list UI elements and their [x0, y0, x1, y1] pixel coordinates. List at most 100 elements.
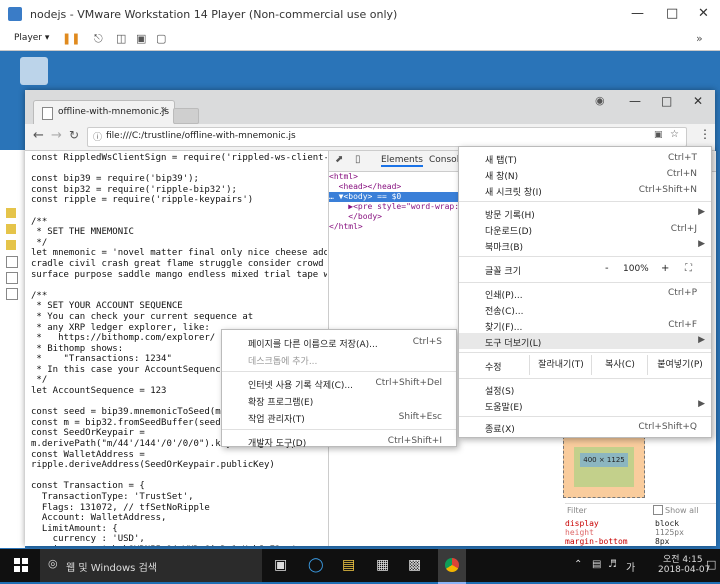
new-tab-button[interactable]: [173, 108, 199, 124]
fullscreen-icon[interactable]: ▢: [156, 32, 166, 45]
zoom-out-button[interactable]: -: [605, 263, 609, 274]
vmware-window-title: nodejs - VMware Workstation 14 Player (N…: [30, 8, 398, 21]
menu-item[interactable]: 전송(C)...: [459, 301, 711, 317]
info-icon[interactable]: ⓘ: [93, 130, 102, 143]
chrome-menu-icon[interactable]: ⋮: [699, 127, 711, 141]
maximize-icon[interactable]: □: [666, 6, 678, 21]
context-menu-item[interactable]: 개발자 도구(D) Ctrl+Shift+I: [222, 433, 456, 449]
menu-group-history: 방문 기록(H) ▶ 다운로드(D) Ctrl+J 북마크(B) ▶: [459, 205, 711, 253]
chrome-icon: [445, 558, 459, 572]
cmd-icon[interactable]: ▩: [408, 557, 421, 573]
menu-item[interactable]: 새 창(N) Ctrl+N: [459, 166, 711, 182]
paste-button[interactable]: 붙여넣기(P): [647, 355, 712, 375]
dom-node[interactable]: </body>: [329, 212, 459, 222]
context-menu-item[interactable]: 인터넷 사용 기록 삭제(C)... Ctrl+Shift+Del: [222, 375, 456, 391]
task-view-icon[interactable]: ▣: [274, 557, 287, 573]
context-menu-item[interactable]: 작업 관리자(T) Shift+Esc: [222, 409, 456, 425]
computed-prop: height: [565, 528, 594, 537]
menu-item[interactable]: 찾기(F)... Ctrl+F: [459, 317, 711, 333]
context-menu-item[interactable]: 페이지를 다른 이름으로 저장(A)... Ctrl+S: [222, 334, 456, 350]
volume-icon[interactable]: ♬: [608, 559, 617, 570]
menu-item-exit[interactable]: 종료(X) Ctrl+Shift+Q: [459, 419, 711, 435]
ime-indicator[interactable]: 가: [626, 559, 635, 574]
menu-separator: [222, 371, 456, 372]
dom-node[interactable]: </html>: [329, 222, 459, 232]
menu-item[interactable]: 방문 기록(H) ▶: [459, 205, 711, 221]
menu-item-label: 데스크톱에 추가...: [248, 357, 318, 367]
minimize-icon[interactable]: —: [629, 94, 641, 108]
store-icon[interactable]: ▦: [376, 557, 389, 573]
recycle-bin-icon[interactable]: [20, 57, 48, 85]
dom-node[interactable]: <head></head>: [329, 182, 459, 192]
pause-icon[interactable]: ❚❚: [62, 32, 80, 45]
network-icon[interactable]: ▤: [592, 559, 601, 570]
edit-row: 수정 잘라내기(T) 복사(C) 붙여넣기(P): [459, 355, 711, 375]
clock-date[interactable]: 2018-04-07: [658, 565, 710, 575]
player-menu-button[interactable]: Player ▾: [14, 33, 49, 43]
tab-close-icon[interactable]: ✕: [160, 106, 168, 116]
bookmark-star-icon[interactable]: ☆: [670, 129, 679, 140]
fit-guest-icon[interactable]: ▣: [136, 32, 146, 45]
notification-icon[interactable]: □: [706, 558, 716, 571]
context-menu-item: 데스크톱에 추가...: [222, 351, 456, 367]
fullscreen-icon[interactable]: ⛶: [685, 263, 692, 274]
menu-separator: [459, 201, 711, 202]
menu-item[interactable]: 북마크(B) ▶: [459, 237, 711, 253]
address-bar[interactable]: ⓘ file:///C:/trustline/offline-with-mnem…: [87, 127, 687, 147]
context-menu-item[interactable]: 확장 프로그램(E): [222, 392, 456, 408]
zoom-in-button[interactable]: +: [661, 263, 669, 274]
translate-icon[interactable]: ▣: [654, 130, 663, 140]
send-keys-icon[interactable]: ⎋: [94, 32, 103, 46]
taskbar-search-box[interactable]: ◎ 웹 및 Windows 검색: [40, 549, 262, 582]
windows-start-icon[interactable]: [14, 558, 28, 572]
file-icon: [6, 288, 18, 300]
menu-item-label: 새 창(N): [485, 172, 519, 182]
background-explorer-window: [0, 150, 25, 548]
dom-node[interactable]: <html>: [329, 172, 459, 182]
filter-input[interactable]: Filter: [567, 506, 587, 515]
back-icon[interactable]: ←: [33, 128, 44, 143]
more-tools-submenu: 페이지를 다른 이름으로 저장(A)... Ctrl+S 데스크톱에 추가... 인터…: [221, 329, 457, 449]
menu-item[interactable]: 도움말(E) ▶: [459, 397, 711, 413]
chrome-taskbar-button[interactable]: [438, 549, 466, 584]
dom-node[interactable]: … ▼<body> == $0: [329, 192, 459, 202]
tray-chevron-icon[interactable]: ⌃: [574, 559, 582, 570]
computed-prop: display: [565, 519, 599, 528]
close-icon[interactable]: ✕: [693, 94, 703, 108]
tab-elements[interactable]: Elements: [381, 155, 423, 167]
microphone-icon: ◎: [48, 557, 58, 570]
edge-icon[interactable]: ◯: [308, 557, 324, 573]
url-text: file:///C:/trustline/offline-with-mnemon…: [106, 131, 296, 141]
maximize-icon[interactable]: □: [661, 94, 672, 108]
show-all-checkbox[interactable]: [653, 505, 663, 515]
menu-item-shortcut: Ctrl+F: [668, 320, 697, 330]
menu-item-label: 인터넷 사용 기록 삭제(C)...: [248, 381, 353, 391]
vmware-toolbar: Player ▾ ❚❚ ⎋ ◫ ▣ ▢ »: [0, 30, 720, 51]
menu-item[interactable]: 새 탭(T) Ctrl+T: [459, 150, 711, 166]
forward-icon[interactable]: →: [51, 128, 62, 143]
dom-node[interactable]: ▶<pre style="word-wrap:: [329, 202, 459, 212]
vm-collapse-icon[interactable]: »: [696, 32, 703, 45]
browser-tab[interactable]: offline-with-mnemonic.js ✕: [33, 100, 175, 125]
menu-item[interactable]: 설정(S): [459, 381, 711, 397]
device-toolbar-icon[interactable]: ▯: [355, 154, 361, 165]
menu-item[interactable]: 도구 더보기(L) ▶: [459, 333, 711, 349]
cut-button[interactable]: 잘라내기(T): [529, 355, 592, 375]
inspect-icon[interactable]: ⬈: [335, 154, 343, 165]
menu-item[interactable]: 새 시크릿 창(I) Ctrl+Shift+N: [459, 182, 711, 198]
removable-devices-icon[interactable]: ◫: [116, 32, 126, 45]
menu-item-label: 찾기(F)...: [485, 323, 523, 333]
copy-button[interactable]: 복사(C): [591, 355, 648, 375]
file-explorer-icon[interactable]: ▤: [342, 557, 355, 573]
computed-row: height 1125px: [565, 528, 716, 537]
chrome-main-menu: 새 탭(T) Ctrl+T 새 창(N) Ctrl+N 새 시크릿 창(I) Ctrl+S…: [458, 146, 712, 438]
menu-item[interactable]: 인쇄(P)... Ctrl+P: [459, 285, 711, 301]
reload-icon[interactable]: ↻: [69, 128, 79, 142]
profile-icon[interactable]: ◉: [595, 94, 605, 107]
minimize-icon[interactable]: —: [631, 6, 644, 21]
computed-value: block: [655, 519, 680, 528]
menu-item-label: 확장 프로그램(E): [248, 398, 314, 408]
clock-time[interactable]: 오전 4:15: [663, 552, 703, 565]
menu-item[interactable]: 다운로드(D) Ctrl+J: [459, 221, 711, 237]
close-icon[interactable]: ✕: [698, 6, 709, 21]
